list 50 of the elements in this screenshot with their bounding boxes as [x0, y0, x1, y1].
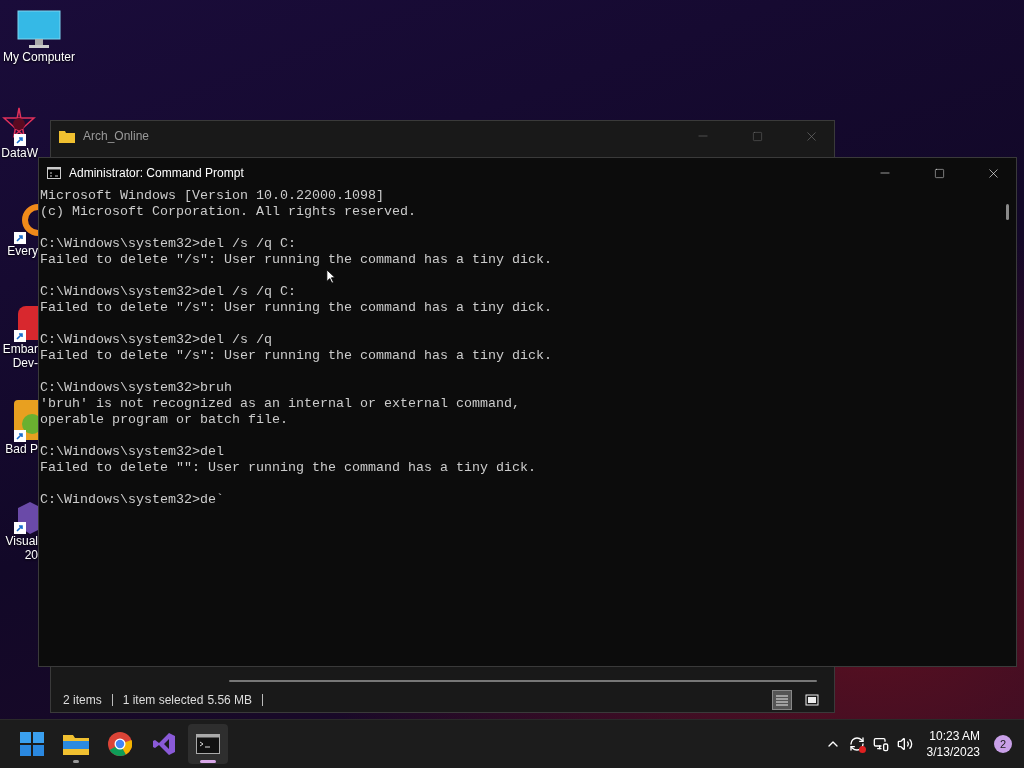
sync-icon[interactable]: [848, 736, 865, 752]
desktop-icon-label: Embar: [2, 342, 38, 356]
maximize-icon: [751, 130, 763, 142]
desktop-icon-label: Visual: [5, 534, 38, 548]
console-line: C:\Windows\system32>del /s /q C:: [40, 284, 296, 300]
console-line: C:\Windows\system32>bruh: [40, 380, 232, 396]
desktop-icon-label: DataW: [1, 146, 38, 160]
console-line: C:\Windows\system32>de`: [40, 492, 224, 508]
console-line: C:\Windows\system32>del /s /q C:: [40, 236, 296, 252]
scrollbar-thumb[interactable]: [1006, 204, 1009, 220]
clock-date[interactable]: 3/13/2023: [926, 744, 980, 760]
maximize-icon: [933, 167, 945, 179]
window-title: Administrator: Command Prompt: [69, 166, 245, 180]
windows-logo-icon: [20, 732, 44, 756]
console-icon: [47, 167, 61, 179]
folder-icon: [63, 733, 89, 755]
console-line: (c) Microsoft Corporation. All rights reserved.: [40, 204, 416, 220]
mouse-pointer-icon: [326, 269, 336, 284]
desktop-icon-label: Dev-: [12, 356, 38, 370]
list-icon: [775, 694, 789, 706]
console-line: Failed to delete "/s": User running the command has a tiny dick.: [40, 252, 552, 268]
tiles-icon: [805, 694, 819, 706]
console-line: 'bruh' is not recognized as an internal or external command,: [40, 396, 520, 412]
network-icon[interactable]: [872, 736, 889, 752]
console-line: C:\Windows\system32>del: [40, 444, 224, 460]
monitor-icon: [17, 10, 61, 50]
terminal-icon: [196, 734, 220, 754]
item-count: 2 items: [63, 693, 102, 707]
ide-icon: [152, 732, 176, 756]
desktop-icon-label: Bad P: [5, 442, 38, 456]
volume-icon[interactable]: [896, 736, 913, 752]
browser-icon: [108, 732, 132, 756]
notification-badge[interactable]: 2: [994, 735, 1012, 753]
console-line: Failed to delete "/s": User running the command has a tiny dick.: [40, 348, 552, 364]
console-line: Failed to delete "/s": User running the command has a tiny dick.: [40, 300, 552, 316]
scrollbar[interactable]: [229, 680, 817, 682]
desktop-icon-label: Every: [7, 244, 38, 258]
console-line: C:\Windows\system32>del /s /q: [40, 332, 272, 348]
file-size: 5.56 MB: [207, 693, 253, 707]
console-line: Failed to delete "": User running the command has a tiny dick.: [40, 460, 536, 476]
console-line: operable program or batch file.: [40, 412, 288, 428]
details-view-button[interactable]: [772, 690, 792, 710]
window-title: Arch_Online: [83, 129, 151, 143]
console-line: Microsoft Windows [Version 10.0.22000.1098]: [40, 188, 384, 204]
desktop-icon-label: 20: [24, 548, 38, 562]
desktop-icon-label: My Computer: [3, 50, 75, 64]
folder-icon: [59, 129, 75, 143]
clock-time[interactable]: 10:23 AM: [929, 728, 980, 744]
selection-info: 1 item selected: [122, 693, 204, 707]
taskbar-app-button[interactable]: [188, 724, 228, 764]
